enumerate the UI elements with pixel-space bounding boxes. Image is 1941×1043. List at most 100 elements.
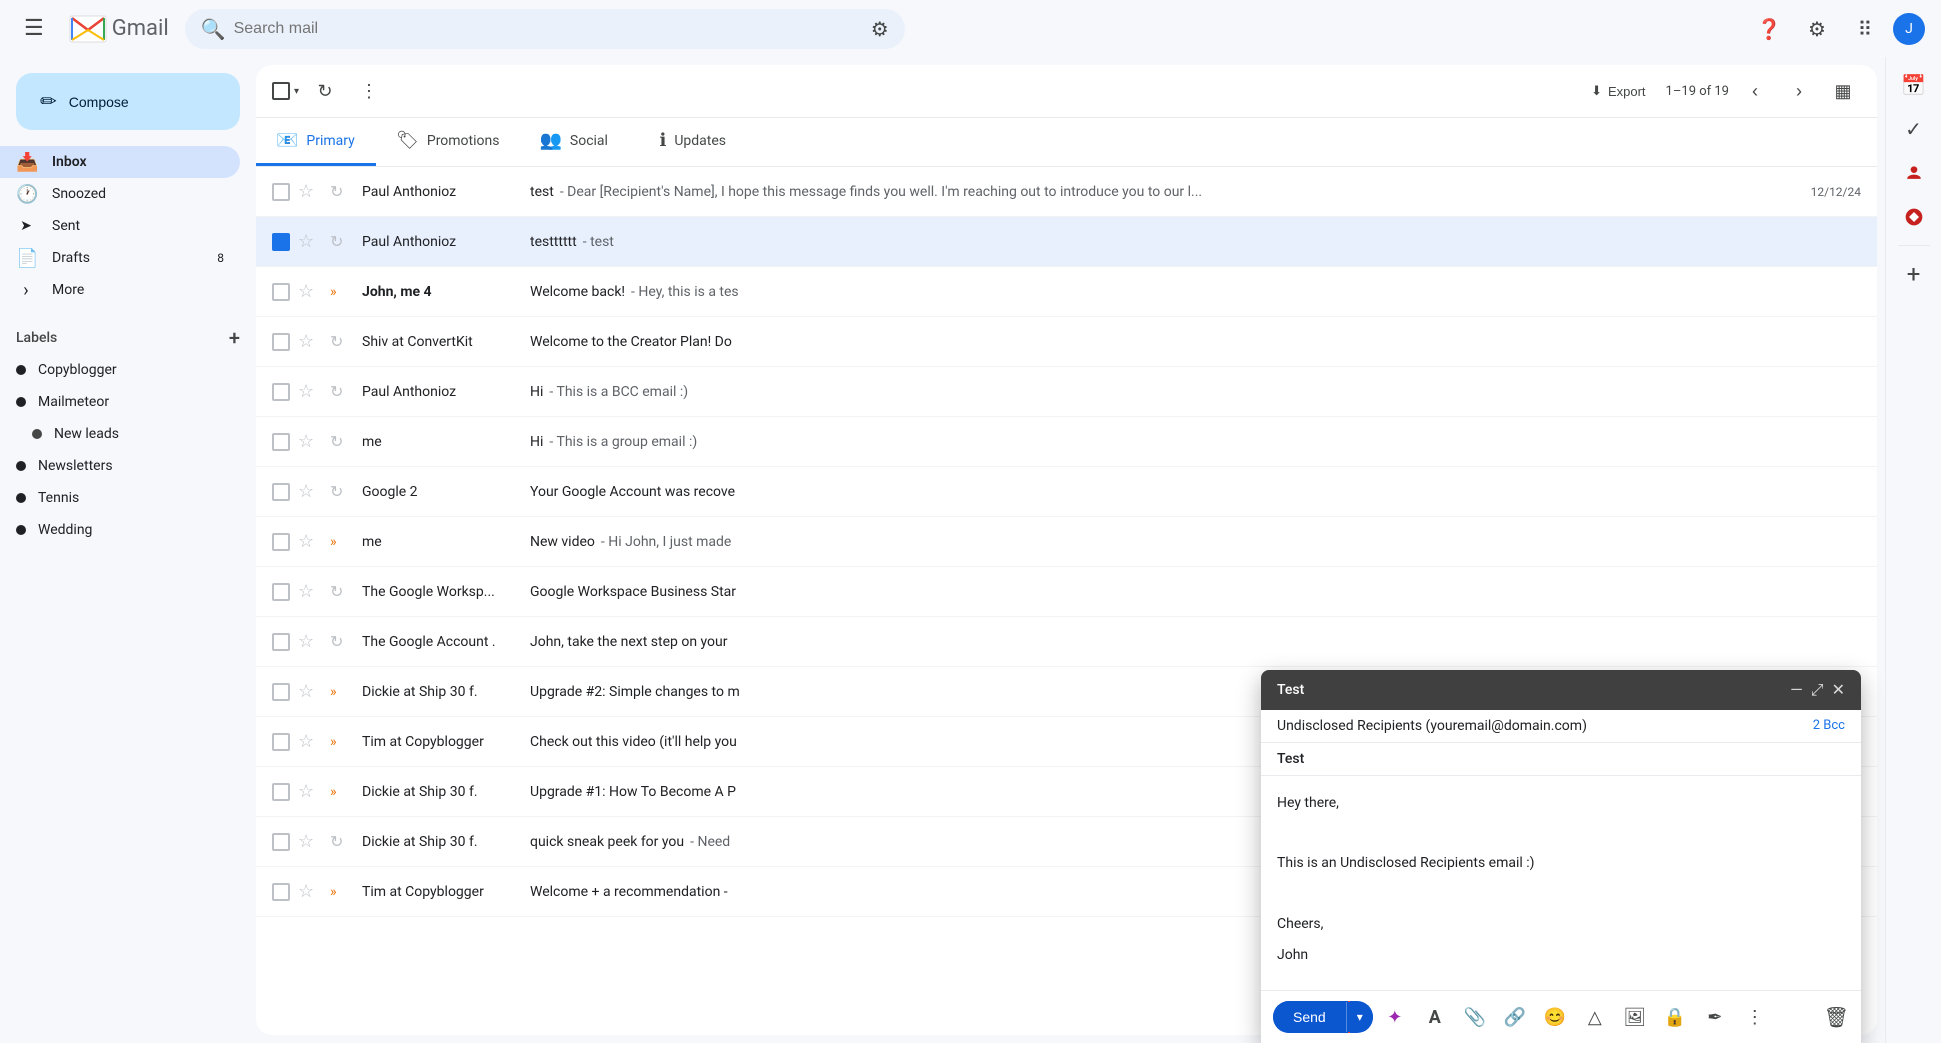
star-button[interactable]: ☆ xyxy=(298,881,322,902)
star-button[interactable]: ☆ xyxy=(298,331,322,352)
view-options-button[interactable]: ▦ xyxy=(1825,73,1861,109)
sidebar-item-snoozed[interactable]: 🕐 Snoozed xyxy=(0,178,240,210)
select-dropdown-arrow[interactable]: ▾ xyxy=(294,86,299,97)
star-button[interactable]: ☆ xyxy=(298,831,322,852)
next-page-button[interactable]: › xyxy=(1781,73,1817,109)
star-button[interactable]: ☆ xyxy=(298,381,322,402)
table-row[interactable]: ☆ ↻ The Google Account . John, take the … xyxy=(256,617,1877,667)
image-icon[interactable]: 🖼 xyxy=(1617,999,1653,1035)
star-button[interactable]: ☆ xyxy=(298,631,322,652)
refresh-button[interactable]: ↻ xyxy=(307,73,343,109)
attach-file-icon[interactable]: 📎 xyxy=(1457,999,1493,1035)
send-button[interactable]: Send xyxy=(1273,1001,1346,1033)
star-button[interactable]: ☆ xyxy=(298,281,322,302)
send-dropdown-button[interactable]: ▾ xyxy=(1346,1002,1373,1032)
row-checkbox[interactable] xyxy=(272,533,290,551)
row-checkbox[interactable] xyxy=(272,433,290,451)
user-avatar[interactable]: J xyxy=(1893,13,1925,45)
snooze-button[interactable]: ↻ xyxy=(330,232,354,251)
tab-updates[interactable]: ℹ Updates xyxy=(639,118,759,166)
sidebar-item-more[interactable]: › More xyxy=(0,274,240,306)
add-label-button[interactable]: + xyxy=(229,326,240,350)
emoji-icon[interactable]: 😊 xyxy=(1537,999,1573,1035)
label-wedding[interactable]: Wedding xyxy=(0,514,256,546)
table-row[interactable]: ☆ ↻ me Hi - This is a group email :) xyxy=(256,417,1877,467)
sidebar-item-sent[interactable]: ➤ Sent xyxy=(0,210,240,242)
search-icon[interactable]: 🔍 xyxy=(201,17,226,41)
table-row[interactable]: ☆ ↻ Paul Anthonioz testttttt - test xyxy=(256,217,1877,267)
drive-icon[interactable]: △ xyxy=(1577,999,1613,1035)
snooze-button[interactable]: ↻ xyxy=(330,382,354,401)
export-button[interactable]: ⬇ Export xyxy=(1579,77,1657,105)
star-button[interactable]: ☆ xyxy=(298,431,322,452)
contacts-icon[interactable] xyxy=(1894,153,1934,193)
row-checkbox[interactable] xyxy=(272,733,290,751)
star-button[interactable]: ☆ xyxy=(298,181,322,202)
row-checkbox[interactable] xyxy=(272,283,290,301)
row-checkbox[interactable] xyxy=(272,333,290,351)
format-text-icon[interactable]: A xyxy=(1417,999,1453,1035)
more-options-button[interactable]: ⋮ xyxy=(351,73,387,109)
snooze-button[interactable]: ↻ xyxy=(330,632,354,651)
row-checkbox[interactable] xyxy=(272,183,290,201)
row-checkbox[interactable] xyxy=(272,483,290,501)
row-checkbox[interactable] xyxy=(272,383,290,401)
filter-icon[interactable]: ⚙ xyxy=(871,17,889,41)
star-button[interactable]: ☆ xyxy=(298,231,322,252)
hamburger-menu[interactable]: ☰ xyxy=(16,8,52,49)
maximize-icon[interactable]: ⤢ xyxy=(1811,680,1824,700)
compose-body[interactable]: Hey there, This is an Undisclosed Recipi… xyxy=(1261,776,1861,990)
label-mailmeteor[interactable]: Mailmeteor xyxy=(0,386,256,418)
snooze-button[interactable]: ↻ xyxy=(330,182,354,201)
table-row[interactable]: ☆ » me New video - Hi John, I just made xyxy=(256,517,1877,567)
table-row[interactable]: ☆ ↻ Google 2 Your Google Account was rec… xyxy=(256,467,1877,517)
snooze-button[interactable]: ↻ xyxy=(330,432,354,451)
table-row[interactable]: ☆ ↻ Paul Anthonioz Hi - This is a BCC em… xyxy=(256,367,1877,417)
label-new-leads[interactable]: New leads xyxy=(0,418,256,450)
row-checkbox[interactable] xyxy=(272,583,290,601)
label-tennis[interactable]: Tennis xyxy=(0,482,256,514)
insert-link-icon[interactable]: 🔗 xyxy=(1497,999,1533,1035)
snooze-button[interactable]: ↻ xyxy=(330,582,354,601)
star-button[interactable]: ☆ xyxy=(298,531,322,552)
delete-draft-button[interactable]: 🗑 xyxy=(1824,1005,1849,1029)
help-icon[interactable]: ❓ xyxy=(1749,9,1789,49)
calendar-icon[interactable]: 📅 xyxy=(1894,65,1934,105)
search-input[interactable] xyxy=(234,20,863,38)
minimize-icon[interactable]: — xyxy=(1790,680,1803,699)
compose-button[interactable]: ✏ Compose xyxy=(16,73,240,130)
signature-icon[interactable]: ✒ xyxy=(1697,999,1733,1035)
close-compose-icon[interactable]: ✕ xyxy=(1832,680,1845,699)
row-checkbox[interactable] xyxy=(272,833,290,851)
lock-icon[interactable]: 🔒 xyxy=(1657,999,1693,1035)
table-row[interactable]: ☆ » John, me 4 Welcome back! - Hey, this… xyxy=(256,267,1877,317)
table-row[interactable]: ☆ ↻ Paul Anthonioz test - Dear [Recipien… xyxy=(256,167,1877,217)
row-checkbox[interactable] xyxy=(272,683,290,701)
star-button[interactable]: ☆ xyxy=(298,731,322,752)
sidebar-item-drafts[interactable]: 📄 Drafts 8 xyxy=(0,242,240,274)
snooze-button[interactable]: ↻ xyxy=(330,332,354,351)
snooze-button[interactable]: ↻ xyxy=(330,832,354,851)
row-checkbox[interactable] xyxy=(272,633,290,651)
tab-social[interactable]: 👥 Social xyxy=(519,118,639,166)
table-row[interactable]: ☆ ↻ The Google Worksp... Google Workspac… xyxy=(256,567,1877,617)
star-button[interactable]: ☆ xyxy=(298,681,322,702)
settings-icon[interactable]: ⚙ xyxy=(1797,9,1837,49)
tasks-icon[interactable]: ✓ xyxy=(1894,109,1934,149)
select-all-checkbox[interactable] xyxy=(272,82,290,100)
sidebar-item-inbox[interactable]: 📥 Inbox xyxy=(0,146,240,178)
star-button[interactable]: ☆ xyxy=(298,781,322,802)
row-checkbox[interactable] xyxy=(272,783,290,801)
prev-page-button[interactable]: ‹ xyxy=(1737,73,1773,109)
row-checkbox[interactable] xyxy=(272,233,290,251)
more-options-footer-icon[interactable]: ⋮ xyxy=(1737,999,1773,1035)
bcc-label[interactable]: 2 Bcc xyxy=(1813,718,1845,733)
star-button[interactable]: ☆ xyxy=(298,581,322,602)
tab-promotions[interactable]: 🏷 Promotions xyxy=(376,118,519,166)
add-icon[interactable]: + xyxy=(1894,254,1934,294)
snooze-button[interactable]: ↻ xyxy=(330,482,354,501)
star-button[interactable]: ☆ xyxy=(298,481,322,502)
label-newsletters[interactable]: Newsletters xyxy=(0,450,256,482)
tab-primary[interactable]: 📧 Primary xyxy=(256,118,376,166)
table-row[interactable]: ☆ ↻ Shiv at ConvertKit Welcome to the Cr… xyxy=(256,317,1877,367)
